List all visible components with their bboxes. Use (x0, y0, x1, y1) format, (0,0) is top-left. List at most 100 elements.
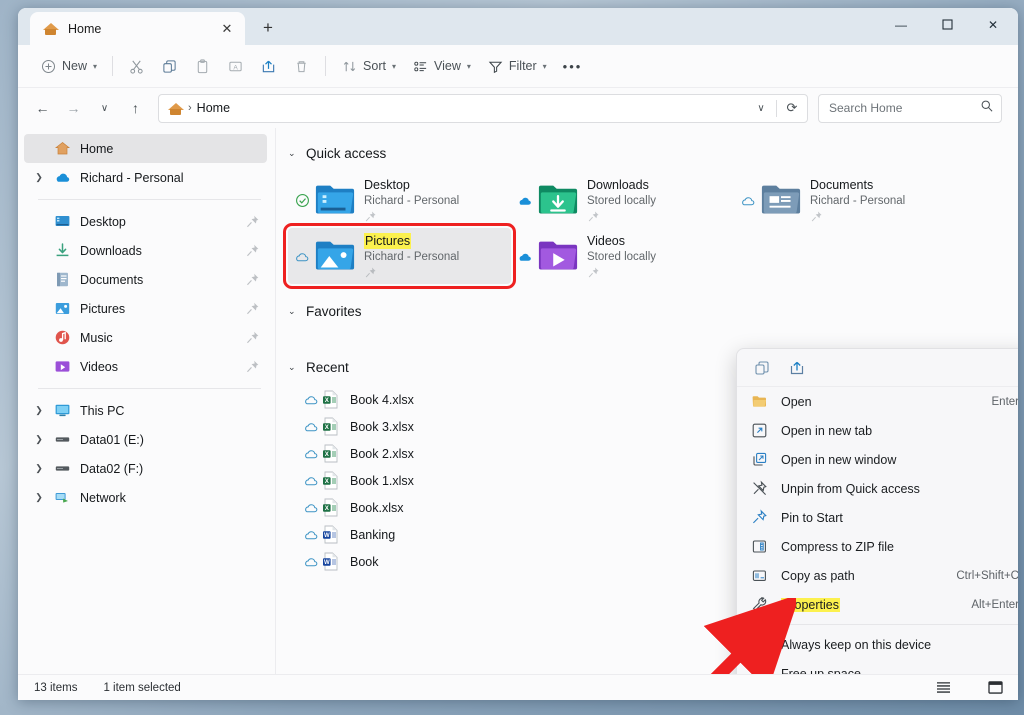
sidebar-item-pictures[interactable]: ❯Pictures (24, 294, 267, 323)
minimize-button[interactable]: — (878, 8, 924, 41)
sidebar-item-network[interactable]: ❯ Network (24, 483, 267, 512)
quick-access-item-documents[interactable]: Documents Richard - Personal (734, 172, 957, 228)
pin-icon[interactable] (245, 243, 261, 259)
sidebar-item-videos[interactable]: ❯Videos (24, 352, 267, 381)
breadcrumb[interactable]: › Home ∨ ⟳ (158, 93, 808, 123)
pin-icon[interactable] (245, 330, 261, 346)
copy-button[interactable] (153, 51, 186, 81)
sidebar-item-this-pc[interactable]: ❯ This PC (24, 396, 267, 425)
recent-item-label: Banking (350, 527, 396, 542)
view-label: View (433, 59, 461, 73)
context-menu-item-unpin-from-quick-access[interactable]: Unpin from Quick access (741, 474, 1018, 503)
sidebar-item-downloads[interactable]: ❯Downloads (24, 236, 267, 265)
search-input[interactable]: Search Home (818, 93, 1002, 123)
context-menu-item-properties[interactable]: Properties Alt+Enter (741, 590, 1018, 619)
tab-home[interactable]: Home ✕ (30, 12, 245, 45)
more-options-button[interactable]: ••• (555, 51, 591, 81)
svg-text:W: W (324, 560, 330, 566)
pictures-icon (54, 300, 71, 317)
sidebar-item-documents[interactable]: ❯Documents (24, 265, 267, 294)
pin-icon[interactable] (245, 359, 261, 375)
zip-icon (750, 537, 769, 556)
up-button[interactable]: ↑ (121, 94, 150, 123)
forward-button[interactable]: → (59, 94, 88, 123)
expand-chevron-icon[interactable]: ❯ (30, 431, 48, 449)
expand-chevron-icon[interactable]: ❯ (30, 169, 48, 187)
folder-subtitle: Richard - Personal (364, 195, 460, 207)
pin-icon[interactable] (245, 301, 261, 317)
sync-status-icon (292, 250, 312, 263)
expand-chevron-icon[interactable]: ❯ (30, 460, 48, 478)
paste-button[interactable] (186, 51, 219, 81)
context-menu-item-open[interactable]: Open Enter (741, 387, 1018, 416)
filter-icon (487, 58, 504, 75)
delete-button[interactable] (285, 51, 318, 81)
context-menu-item-pin-to-start[interactable]: Pin to Start (741, 503, 1018, 532)
copy-icon[interactable] (745, 353, 778, 383)
sidebar-item-desktop[interactable]: ❯Desktop (24, 207, 267, 236)
quick-access-item-videos[interactable]: Videos Stored locally (511, 228, 734, 284)
close-window-button[interactable]: ✕ (970, 8, 1016, 41)
expand-chevron-icon[interactable]: ❯ (30, 402, 48, 420)
tiles-view-icon[interactable] (984, 679, 1006, 697)
rename-button[interactable]: A (219, 51, 252, 81)
folder-icon (537, 236, 579, 276)
close-tab-icon[interactable]: ✕ (215, 18, 239, 40)
pin-icon (364, 266, 377, 279)
sidebar-item-label: Data02 (F:) (80, 461, 144, 476)
chevron-down-icon: ▾ (391, 61, 396, 71)
sidebar-item-home[interactable]: ❯Home (24, 134, 267, 163)
window-controls: — ✕ (878, 8, 1018, 45)
sidebar-item-data02-f[interactable]: ❯ Data02 (F:) (24, 454, 267, 483)
item-count: 13 items (34, 681, 78, 694)
folder-icon (314, 180, 356, 220)
context-menu-label: Always keep on this device (781, 637, 932, 652)
context-menu-item-compress-to-zip-file[interactable]: Compress to ZIP file (741, 532, 1018, 561)
title-bar: Home ✕ + — ✕ (18, 8, 1018, 45)
keyboard-shortcut: Alt+Enter (971, 598, 1018, 611)
breadcrumb-separator: › (188, 102, 192, 114)
quick-access-title: Quick access (306, 145, 387, 161)
details-view-icon[interactable] (932, 679, 954, 697)
context-menu-item-open-in-new-tab[interactable]: Open in new tab (741, 416, 1018, 445)
context-menu-item-free-up-space[interactable]: Free up space (741, 659, 1018, 674)
videos-icon (54, 358, 71, 375)
selection-count: 1 item selected (103, 681, 181, 694)
context-menu-item-copy-as-path[interactable]: Copy as path Ctrl+Shift+C (741, 561, 1018, 590)
keyboard-shortcut: Ctrl+Shift+C (956, 569, 1018, 582)
quick-access-item-downloads[interactable]: Downloads Stored locally (511, 172, 734, 228)
sidebar-item-label: This PC (80, 403, 125, 418)
filter-button[interactable]: Filter ▾ (479, 51, 555, 81)
context-menu-item-always-keep-on-this-device[interactable]: Always keep on this device (741, 630, 1018, 659)
view-button[interactable]: View ▾ (404, 51, 479, 81)
maximize-button[interactable] (924, 8, 970, 41)
quick-access-item-pictures[interactable]: Pictures Richard - Personal (283, 223, 516, 289)
excel-file-icon: X (322, 471, 339, 490)
search-icon (980, 99, 994, 118)
new-button[interactable]: New ▾ (32, 51, 105, 81)
context-menu-item-open-in-new-window[interactable]: Open in new window (741, 445, 1018, 474)
share-button[interactable] (252, 51, 285, 81)
sidebar-item-music[interactable]: ❯Music (24, 323, 267, 352)
new-tab-button[interactable]: + (253, 13, 283, 43)
breadcrumb-dropdown-icon[interactable]: ∨ (750, 96, 772, 120)
refresh-icon[interactable]: ⟳ (781, 96, 803, 120)
quick-access-header[interactable]: ⌄ Quick access (288, 140, 1018, 166)
quick-access-item-desktop[interactable]: Desktop Richard - Personal (288, 172, 511, 228)
pin-icon[interactable] (245, 214, 261, 230)
recent-locations-button[interactable]: ∨ (90, 94, 119, 123)
cut-button[interactable] (120, 51, 153, 81)
excel-file-icon: X (322, 444, 339, 463)
sidebar-item-data01-e[interactable]: ❯ Data01 (E:) (24, 425, 267, 454)
pin-icon[interactable] (245, 272, 261, 288)
share-icon[interactable] (780, 353, 813, 383)
back-button[interactable]: ← (28, 94, 57, 123)
favorites-header[interactable]: ⌄ Favorites (288, 298, 1018, 324)
context-menu-label: Properties (781, 597, 840, 612)
wrench-icon (750, 595, 769, 614)
expand-chevron-icon[interactable]: ❯ (30, 489, 48, 507)
sidebar-item-richard-personal[interactable]: ❯ Richard - Personal (24, 163, 267, 192)
chevron-down-icon: ▾ (466, 61, 471, 71)
sort-button[interactable]: Sort ▾ (333, 51, 404, 81)
pin-icon (364, 210, 377, 223)
